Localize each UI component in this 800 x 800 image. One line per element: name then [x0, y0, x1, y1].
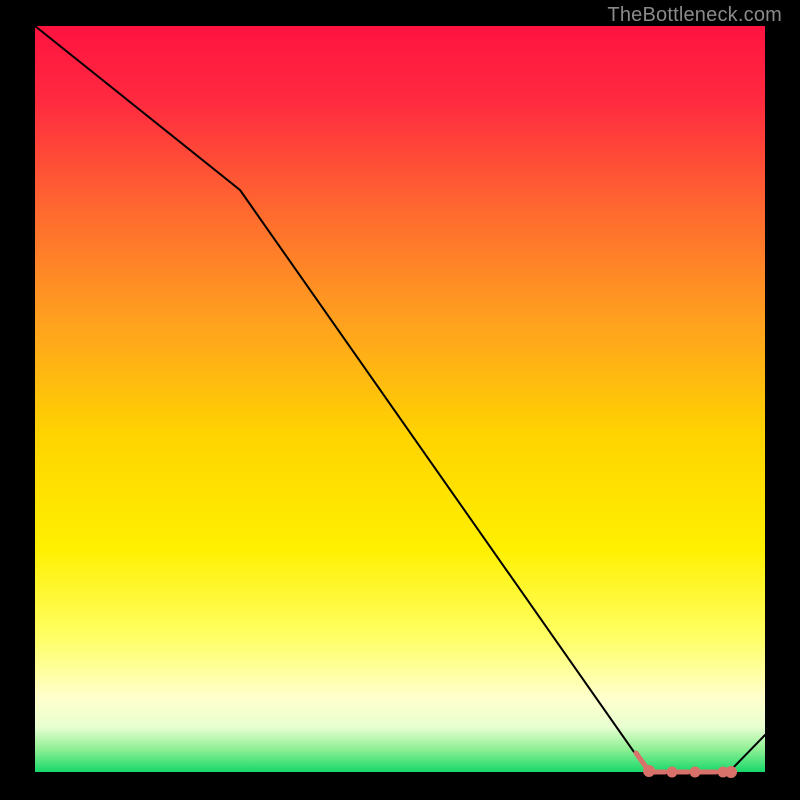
chart-stage: TheBottleneck.com: [0, 0, 800, 800]
watermark-text: TheBottleneck.com: [607, 4, 782, 27]
chart-svg: [0, 0, 800, 800]
plot-background: [35, 26, 765, 772]
